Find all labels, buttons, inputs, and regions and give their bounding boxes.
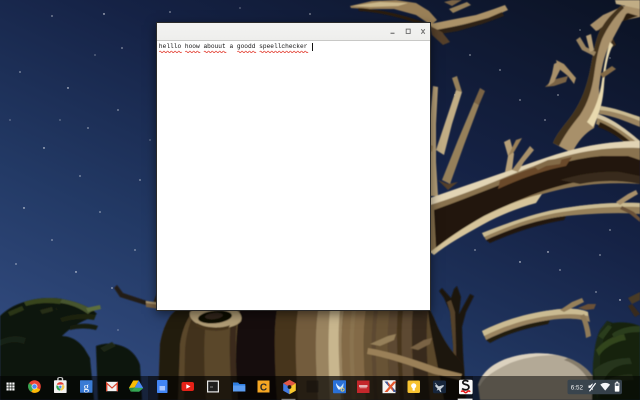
svg-text:g: g — [84, 381, 90, 393]
svg-text:C: C — [260, 383, 267, 394]
svg-text:6:52: 6:52 — [571, 384, 584, 391]
